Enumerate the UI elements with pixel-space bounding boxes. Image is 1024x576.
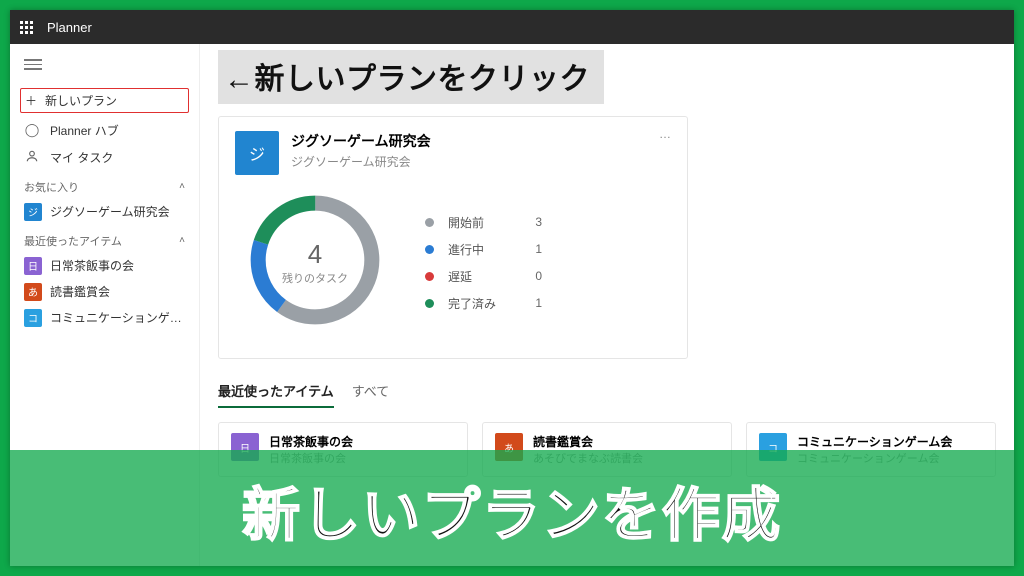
plan-title: ジグソーゲーム研究会 [291, 131, 431, 151]
recent-tabs: 最近使ったアイテム すべて [218, 381, 996, 408]
top-bar: Planner [10, 10, 1014, 44]
chart-legend: 開始前 3 進行中 1 遅延 0 [425, 209, 542, 317]
sidebar-favorite-item[interactable]: ジ ジグソーゲーム研究会 [10, 199, 199, 225]
plan-summary-card[interactable]: … ジ ジグソーゲーム研究会 ジグソーゲーム研究会 4 残りのタスク [218, 116, 688, 359]
chevron-up-icon: ˄ [179, 235, 185, 246]
legend-row: 完了済み 1 [425, 290, 542, 317]
tab-all[interactable]: すべて [352, 381, 390, 408]
tasks-donut-chart: 4 残りのタスク [235, 185, 395, 340]
my-tasks-label: マイ タスク [50, 149, 113, 166]
sidebar-recent-item[interactable]: コ コミュニケーションゲ… [10, 305, 199, 331]
hub-label: Planner ハブ [50, 122, 119, 139]
new-plan-label: 新しいプラン [45, 92, 117, 109]
plan-tile-icon: あ [24, 283, 42, 301]
my-tasks-link[interactable]: マイ タスク [10, 144, 199, 171]
recent-section[interactable]: 最近使ったアイテム ˄ [10, 225, 199, 253]
circle-icon: ◯ [24, 122, 40, 138]
annotation-callout: ←新しいプランをクリック [218, 50, 604, 104]
app-launcher-icon[interactable] [20, 21, 33, 34]
sidebar-recent-item[interactable]: 日 日常茶飯事の会 [10, 253, 199, 279]
remaining-count: 4 [308, 239, 322, 270]
plan-tile-icon: 日 [24, 257, 42, 275]
plus-icon: ＋ [25, 92, 37, 109]
remaining-label: 残りのタスク [282, 270, 348, 286]
plan-tile-icon: コ [24, 309, 42, 327]
app-name: Planner [47, 20, 92, 35]
new-plan-button[interactable]: ＋ 新しいプラン [20, 88, 189, 113]
more-icon[interactable]: … [659, 127, 673, 141]
legend-row: 遅延 0 [425, 263, 542, 290]
sidebar-recent-item[interactable]: あ 読書鑑賞会 [10, 279, 199, 305]
tab-recent[interactable]: 最近使ったアイテム [218, 381, 334, 408]
plan-tile-icon: ジ [235, 131, 279, 175]
person-icon [24, 149, 40, 166]
plan-tile-icon: ジ [24, 203, 42, 221]
planner-hub-link[interactable]: ◯ Planner ハブ [10, 117, 199, 144]
legend-row: 開始前 3 [425, 209, 542, 236]
plan-subtitle: ジグソーゲーム研究会 [291, 153, 431, 170]
sidebar-toggle[interactable] [10, 52, 199, 86]
favorites-section[interactable]: お気に入り ˄ [10, 171, 199, 199]
annotation-banner: 新しいプランを作成 [10, 450, 1014, 566]
legend-row: 進行中 1 [425, 236, 542, 263]
chevron-up-icon: ˄ [179, 181, 185, 192]
app-window: Planner ＋ 新しいプラン ◯ Planner ハブ マイ タスク [10, 10, 1014, 566]
